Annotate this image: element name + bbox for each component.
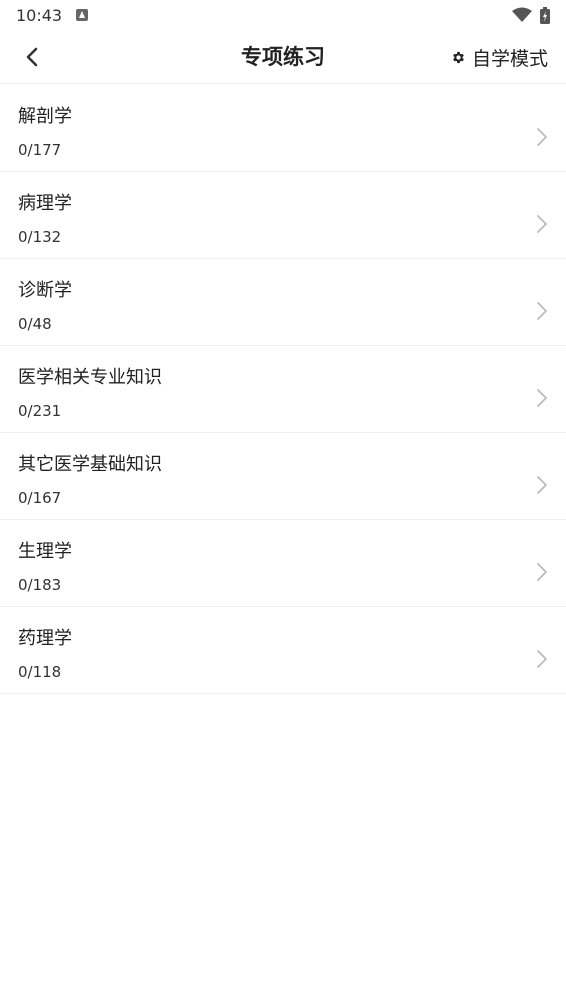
- list-item[interactable]: 病理学 0/132: [0, 172, 566, 259]
- subject-list: 解剖学 0/177 病理学 0/132 诊断学 0/48 医学相关专业知识 0/…: [0, 85, 566, 694]
- battery-icon: [540, 6, 550, 24]
- back-button[interactable]: [14, 40, 50, 74]
- gear-icon: [453, 51, 464, 63]
- item-progress: 0/132: [18, 228, 62, 246]
- list-item[interactable]: 诊断学 0/48: [0, 259, 566, 346]
- list-item[interactable]: 解剖学 0/177: [0, 85, 566, 172]
- app-bar: 专项练习 自学模式: [0, 30, 566, 84]
- item-title: 病理学: [18, 193, 72, 214]
- chevron-right-icon: [537, 476, 547, 494]
- item-progress: 0/177: [18, 141, 62, 159]
- item-title: 医学相关专业知识: [18, 367, 162, 388]
- item-title: 生理学: [18, 541, 72, 562]
- list-item[interactable]: 药理学 0/118: [0, 607, 566, 694]
- chevron-right-icon: [537, 215, 547, 233]
- item-progress: 0/183: [18, 576, 62, 594]
- item-title: 解剖学: [18, 106, 72, 127]
- chevron-right-icon: [537, 128, 547, 146]
- item-title: 药理学: [18, 628, 72, 649]
- status-left: 10:43: [16, 5, 89, 25]
- chevron-right-icon: [537, 389, 547, 407]
- self-study-mode-button[interactable]: 自学模式: [451, 30, 548, 84]
- wifi-icon: [512, 7, 532, 23]
- status-bar: 10:43: [0, 0, 566, 30]
- item-progress: 0/167: [18, 489, 62, 507]
- item-progress: 0/48: [18, 315, 52, 333]
- list-item[interactable]: 其它医学基础知识 0/167: [0, 433, 566, 520]
- chevron-right-icon: [537, 650, 547, 668]
- chevron-right-icon: [537, 563, 547, 581]
- status-right: [512, 6, 550, 24]
- item-title: 诊断学: [18, 280, 72, 301]
- status-time: 10:43: [16, 5, 63, 25]
- chevron-left-icon: [26, 47, 38, 67]
- notification-icon: [76, 9, 89, 21]
- self-study-mode-label: 自学模式: [471, 47, 548, 70]
- list-item[interactable]: 生理学 0/183: [0, 520, 566, 607]
- list-item[interactable]: 医学相关专业知识 0/231: [0, 346, 566, 433]
- item-title: 其它医学基础知识: [18, 454, 162, 475]
- item-progress: 0/118: [18, 663, 62, 681]
- item-progress: 0/231: [18, 402, 62, 420]
- chevron-right-icon: [537, 302, 547, 320]
